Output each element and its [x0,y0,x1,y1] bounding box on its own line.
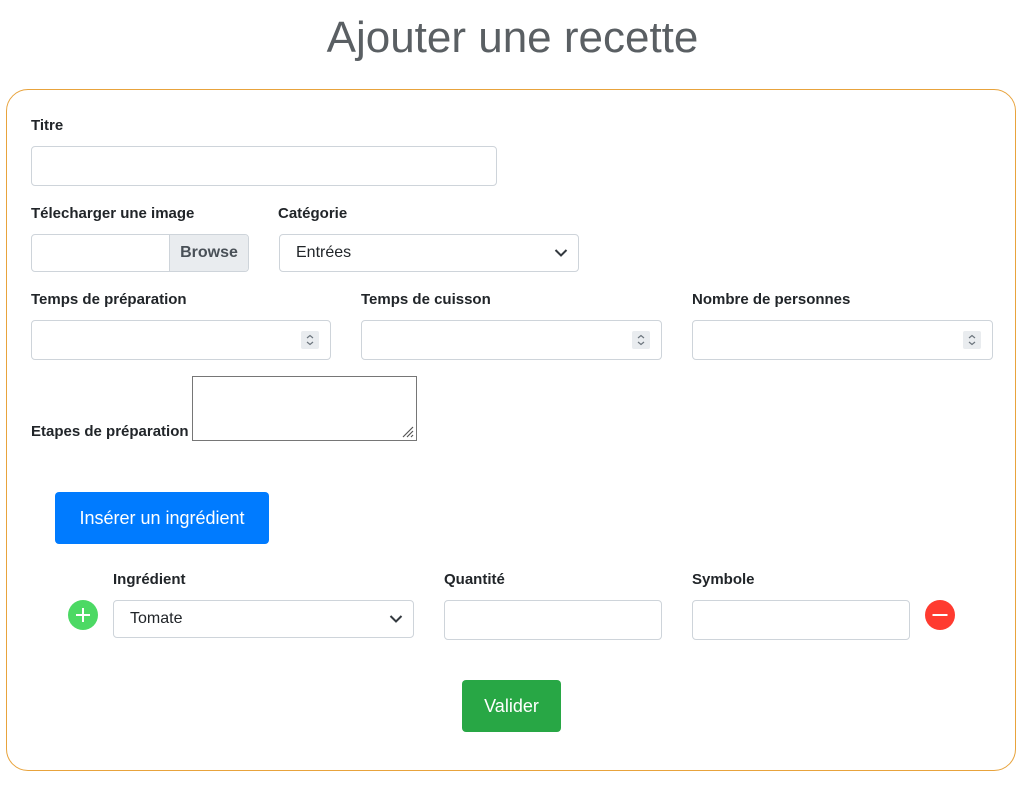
ingredient-label: Ingrédient [113,571,186,588]
titre-label: Titre [31,117,64,134]
temps-cuisson-input[interactable] [361,320,662,360]
page-title: Ajouter une recette [326,13,699,62]
symbole-label: Symbole [692,571,755,588]
ingredient-selected-value: Tomate [130,610,183,627]
nombre-personnes-input[interactable] [692,320,993,360]
image-upload-field[interactable]: Browse [31,234,249,272]
nombre-personnes-label: Nombre de personnes [692,291,851,308]
ingredient-select[interactable]: Tomate [113,600,414,638]
browse-button[interactable]: Browse [169,235,248,271]
categorie-selected-value: Entrées [296,244,352,261]
add-ingredient-icon[interactable] [68,600,98,630]
chevron-down-icon [554,249,568,257]
image-upload-label: Télecharger une image [31,205,195,222]
etapes-textarea[interactable] [192,376,417,441]
number-spinner-icon[interactable] [301,331,319,349]
number-spinner-icon[interactable] [632,331,650,349]
titre-input[interactable] [31,146,497,186]
quantite-label: Quantité [444,571,505,588]
symbole-input[interactable] [692,600,910,640]
valider-button[interactable]: Valider [462,680,561,732]
remove-ingredient-icon[interactable] [925,600,955,630]
insert-ingredient-button[interactable]: Insérer un ingrédient [55,492,269,544]
categorie-select[interactable]: Entrées [279,234,579,272]
temps-preparation-label: Temps de préparation [31,291,187,308]
resize-grip-icon[interactable] [399,423,415,439]
chevron-down-icon [389,615,403,623]
number-spinner-icon[interactable] [963,331,981,349]
temps-preparation-input[interactable] [31,320,331,360]
categorie-label: Catégorie [278,205,348,222]
etapes-label: Etapes de préparation [31,423,189,440]
temps-cuisson-label: Temps de cuisson [361,291,491,308]
quantite-input[interactable] [444,600,662,640]
